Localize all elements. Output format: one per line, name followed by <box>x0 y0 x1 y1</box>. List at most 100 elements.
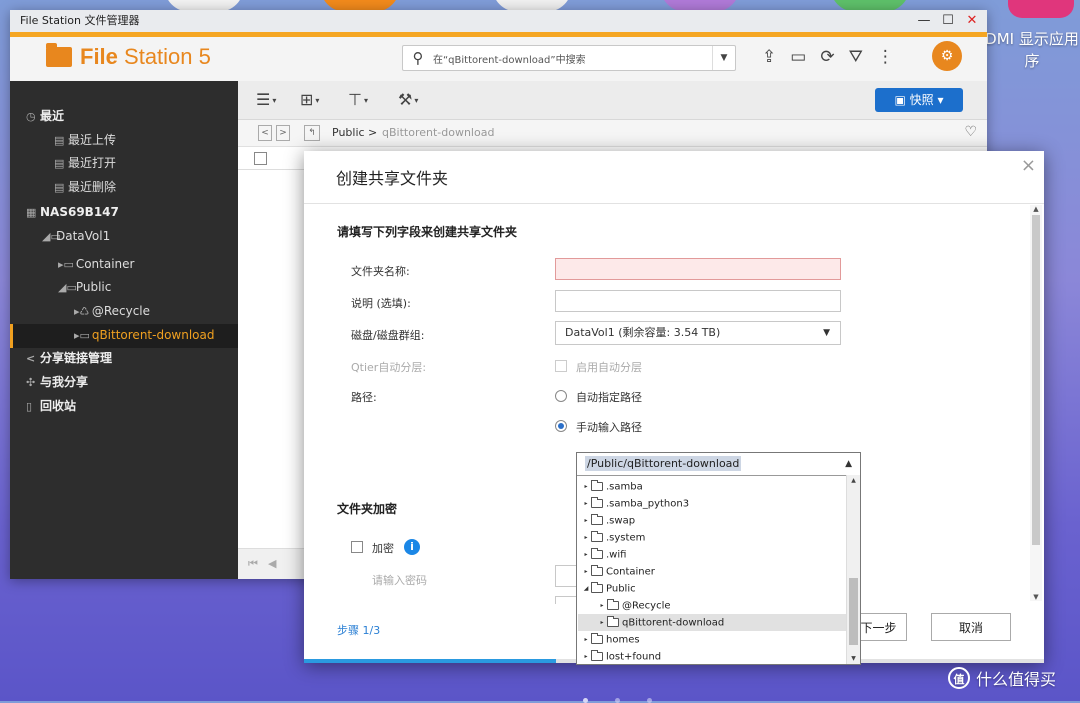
dropdown-scrollbar[interactable]: ▲ ▼ <box>846 475 860 664</box>
tree-item-label: .wifi <box>606 549 627 561</box>
expand-icon[interactable]: ▸ <box>582 563 590 580</box>
path-dropdown-value: /Public/qBittorent-download <box>585 456 742 471</box>
tree-item[interactable]: ▸ .wifi <box>578 546 846 563</box>
tree-item[interactable]: ▸ @Recycle <box>578 597 846 614</box>
sidebar-item-recycle-bin[interactable]: ▯ 回收站 <box>26 395 76 417</box>
breadcrumb-root[interactable]: Public <box>332 126 365 139</box>
refresh-icon[interactable]: ⟳ <box>820 47 834 67</box>
select-all-checkbox[interactable] <box>254 152 267 165</box>
trash-icon: ▯ <box>26 400 33 413</box>
clock-icon: ◷ <box>26 110 36 123</box>
tree-item[interactable]: ▸ qBittorent-download <box>578 614 846 631</box>
path-manual-radio[interactable] <box>555 420 567 432</box>
path-auto-radio[interactable] <box>555 390 567 402</box>
dialog-scrollbar[interactable]: ▲ ▼ <box>1030 205 1042 601</box>
view-list-icon[interactable]: ☰ ▾ <box>256 90 276 109</box>
search-icon: ⚲ <box>412 49 424 67</box>
sidebar-item-share-link[interactable]: < 分享链接管理 <box>26 347 112 369</box>
disk-select[interactable]: DataVol1 (剩余容量: 3.54 TB) ▼ <box>555 321 841 345</box>
encrypt-checkbox[interactable] <box>351 541 363 553</box>
expand-icon[interactable]: ▸ <box>582 478 590 495</box>
qtier-checkbox[interactable] <box>555 360 567 372</box>
sidebar-item-recent-delete[interactable]: ▤ 最近删除 <box>54 176 116 198</box>
sidebar-item-public[interactable]: ◢▭ Public <box>58 276 111 298</box>
tree-item[interactable]: ▸ Container <box>578 563 846 580</box>
qtier-label: Qtier自动分层: <box>351 361 427 374</box>
path-dropdown-header[interactable]: /Public/qBittorent-download ▲ <box>577 453 860 476</box>
minimize-icon[interactable]: — <box>917 10 931 32</box>
scroll-up-icon[interactable]: ▲ <box>847 477 860 484</box>
expand-icon[interactable]: ▸ <box>582 529 590 546</box>
upload-icon[interactable]: ⊤ ▾ <box>348 90 368 109</box>
tree-item[interactable]: ▸ .samba_python3 <box>578 495 846 512</box>
back-icon[interactable]: < <box>258 125 272 141</box>
avatar[interactable]: ⚙ <box>932 41 962 71</box>
maximize-icon[interactable]: ☐ <box>941 10 955 32</box>
forward-icon[interactable]: > <box>276 125 290 141</box>
more-icon[interactable]: ⋮ <box>877 47 894 67</box>
tools-icon[interactable]: ⚒ ▾ <box>398 90 418 109</box>
expand-icon[interactable]: ▸ <box>582 495 590 512</box>
sidebar-item-shared-with-me[interactable]: ✣ 与我分享 <box>26 371 88 393</box>
scroll-down-icon[interactable]: ▼ <box>1030 593 1042 601</box>
tree-item[interactable]: ▸ .system <box>578 529 846 546</box>
heart-icon[interactable]: ♡ <box>964 124 977 140</box>
expand-icon[interactable]: ▸ <box>582 648 590 665</box>
sidebar-item-label: 最近打开 <box>68 156 117 170</box>
parent-folder-icon[interactable]: ↰ <box>304 125 320 141</box>
tree-item[interactable]: ▸ homes <box>578 631 846 648</box>
tree-item[interactable]: ◢ Public <box>578 580 846 597</box>
upload-tasks-icon[interactable]: ⇪ <box>762 47 776 67</box>
sidebar-item-qbit[interactable]: ▸▭ qBittorent-download <box>74 324 214 346</box>
scrollbar-thumb[interactable] <box>1032 215 1040 545</box>
path-auto-label: 自动指定路径 <box>576 391 642 404</box>
expand-icon[interactable]: ▸ <box>598 597 606 614</box>
sidebar-item-nas[interactable]: ▦ NAS69B147 <box>26 201 119 223</box>
cast-icon[interactable]: ▭ <box>790 47 806 67</box>
sidebar-item-recent-upload[interactable]: ▤ 最近上传 <box>54 129 116 151</box>
chevron-down-icon[interactable]: ▼ <box>712 46 735 70</box>
close-icon[interactable]: × <box>1021 155 1036 176</box>
chevron-up-icon[interactable]: ▲ <box>845 453 852 475</box>
toolbar: ☰ ▾ ⊞ ▾ ⊤ ▾ ⚒ ▾ ▣ 快照 ▾ <box>238 81 987 120</box>
name-label: 文件夹名称: <box>351 265 410 278</box>
folder-name-input[interactable] <box>555 258 841 280</box>
prev-page-icon[interactable]: ◀ <box>268 557 276 570</box>
folder-icon: ▸▭ <box>74 329 90 342</box>
window-titlebar[interactable]: File Station 文件管理器 — ☐ ✕ <box>10 10 987 32</box>
first-page-icon[interactable]: ⏮ <box>248 557 258 571</box>
info-icon[interactable]: i <box>404 539 420 555</box>
expand-icon[interactable]: ▸ <box>582 631 590 648</box>
path-label: 路径: <box>351 391 377 404</box>
description-input[interactable] <box>555 290 841 312</box>
tree-item[interactable]: ▸ .samba <box>578 478 846 495</box>
desktop-app-tile[interactable] <box>1008 0 1074 18</box>
sidebar-item-datavol[interactable]: ◢▭DataVol1 <box>42 225 110 247</box>
sidebar-item-container[interactable]: ▸▭ Container <box>58 253 134 275</box>
tree-item[interactable]: ▸ lost+found <box>578 648 846 665</box>
collapse-icon[interactable]: ◢ <box>582 580 590 597</box>
desktop-app-label[interactable]: DMI 显示应用 序 <box>984 28 1080 72</box>
new-folder-icon[interactable]: ⊞ ▾ <box>300 90 319 109</box>
encrypt-section-title: 文件夹加密 <box>337 502 398 516</box>
expand-icon[interactable]: ▸ <box>582 546 590 563</box>
scrollbar-thumb[interactable] <box>849 578 858 645</box>
sidebar-item-recent[interactable]: ◷ 最近 <box>26 105 64 127</box>
encrypt-label: 加密 <box>372 542 394 555</box>
sidebar-item-recycle[interactable]: ▸♺ @Recycle <box>74 300 150 322</box>
sidebar-item-recent-open[interactable]: ▤ 最近打开 <box>54 152 116 174</box>
expand-icon[interactable]: ▸ <box>598 614 606 631</box>
snapshot-button[interactable]: ▣ 快照 ▾ <box>875 88 963 112</box>
filter-icon[interactable]: ⛛ <box>849 47 863 67</box>
scroll-down-icon[interactable]: ▼ <box>847 655 860 662</box>
scroll-up-icon[interactable]: ▲ <box>1030 205 1042 213</box>
app-logo: File Station 5 <box>46 43 211 70</box>
snapshot-label: 快照 <box>909 93 934 107</box>
path-dropdown[interactable]: /Public/qBittorent-download ▲ ▸ .samba ▸ .s… <box>576 452 861 665</box>
cancel-button[interactable]: 取消 <box>931 613 1011 641</box>
search-input[interactable]: ⚲ 在“qBittorent-download”中搜索 ▼ <box>402 45 736 71</box>
tree-item[interactable]: ▸ .swap <box>578 512 846 529</box>
close-icon[interactable]: ✕ <box>965 10 979 32</box>
expand-icon[interactable]: ▸ <box>582 512 590 529</box>
app-name: File Station 5 <box>80 44 211 70</box>
